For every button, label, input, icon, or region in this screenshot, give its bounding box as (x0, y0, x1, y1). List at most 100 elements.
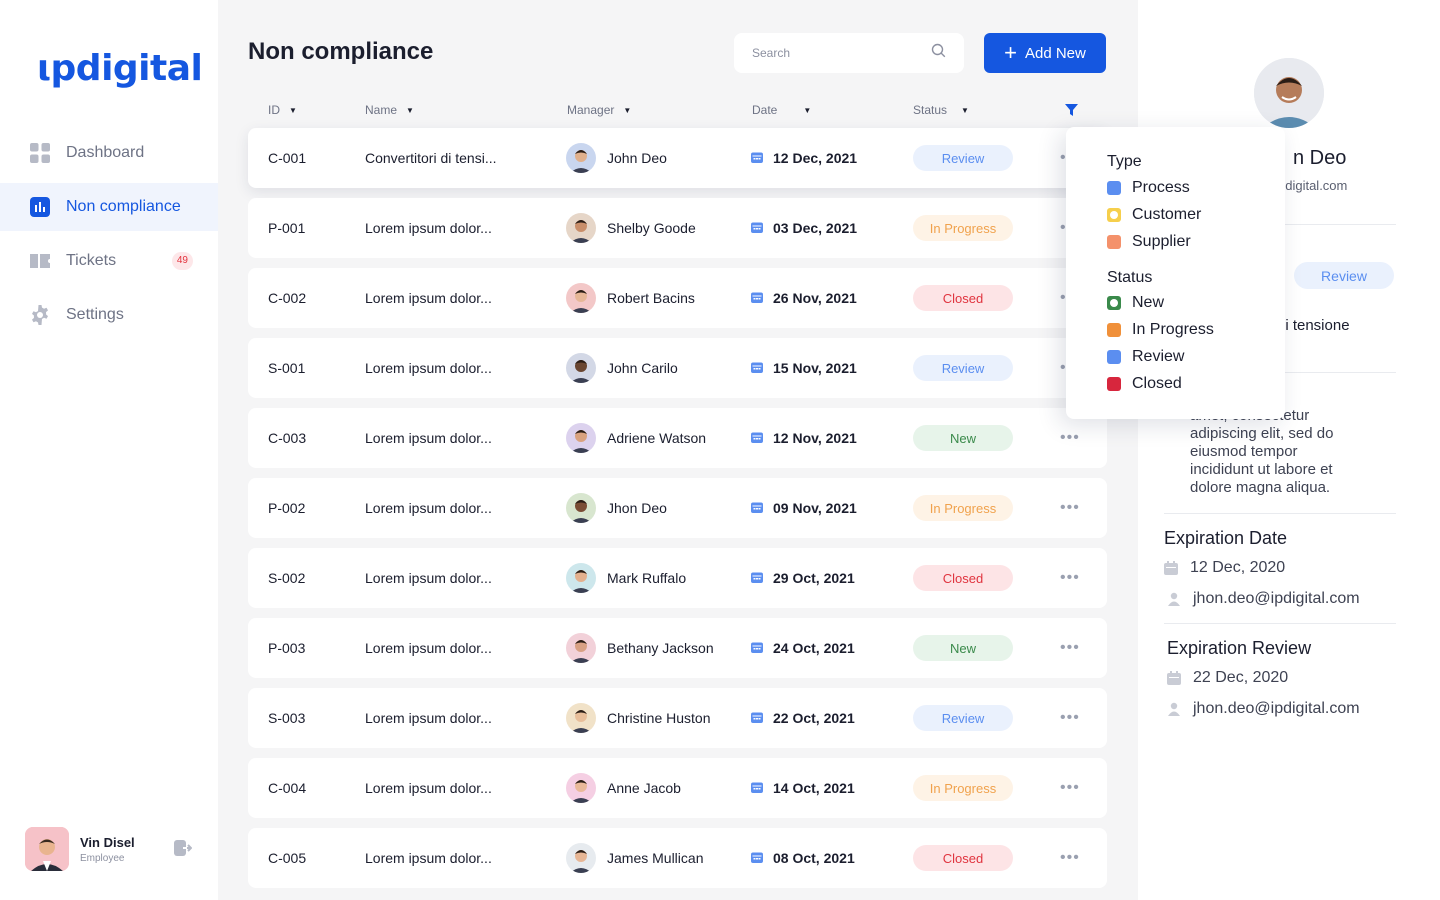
status-badge: Review (1294, 262, 1394, 289)
checkbox-icon[interactable] (1107, 181, 1121, 195)
column-header-status[interactable]: Status ▼ (913, 100, 969, 120)
user-icon (1167, 702, 1181, 716)
more-options-icon[interactable]: ••• (1060, 618, 1080, 678)
status-badge: Review (913, 705, 1013, 731)
filter-status-option[interactable]: In Progress (1107, 320, 1214, 340)
row-manager: Mark Ruffalo (566, 548, 686, 608)
filter-status-option[interactable]: Closed (1107, 374, 1182, 394)
sidebar-item-settings[interactable]: Settings (0, 291, 218, 339)
checkbox-icon[interactable] (1107, 208, 1121, 222)
column-header-date[interactable]: Date ▼ (752, 100, 811, 120)
checkbox-icon[interactable] (1107, 350, 1121, 364)
filter-icon[interactable] (1065, 104, 1078, 122)
avatar (566, 633, 596, 663)
search-input[interactable] (752, 46, 931, 60)
column-header-manager[interactable]: Manager ▼ (567, 100, 631, 120)
row-id: C-005 (268, 850, 307, 866)
row-date: 12 Dec, 2021 (751, 128, 857, 188)
table-row[interactable]: P-003 Lorem ipsum dolor... Bethany Jackson… (248, 618, 1107, 678)
table-row[interactable]: P-001 Lorem ipsum dolor... Shelby Goode 03 … (248, 198, 1107, 258)
expiration-date-value: 12 Dec, 2020 (1190, 559, 1286, 576)
table-row[interactable]: C-005 Lorem ipsum dolor... James Mullican 0… (248, 828, 1107, 888)
filter-type-option[interactable]: Supplier (1107, 232, 1191, 252)
more-options-icon[interactable]: ••• (1060, 828, 1080, 888)
calendar-icon (751, 710, 763, 726)
table-row[interactable]: C-002 Lorem ipsum dolor... Robert Bacins 26… (248, 268, 1107, 328)
user-role: Employee (80, 852, 125, 864)
date-value: 12 Nov, 2021 (773, 430, 857, 446)
avatar (566, 353, 596, 383)
avatar (566, 493, 596, 523)
row-manager: Bethany Jackson (566, 618, 714, 678)
filter-status-option[interactable]: Review (1107, 347, 1184, 367)
gear-icon (30, 305, 50, 325)
filter-type-option[interactable]: Process (1107, 178, 1190, 198)
table-row[interactable]: S-001 Lorem ipsum dolor... John Carilo 15 N… (248, 338, 1107, 398)
expiration-review-row: 22 Dec, 2020 (1167, 669, 1288, 687)
date-value: 26 Nov, 2021 (773, 290, 857, 306)
logout-icon[interactable] (174, 839, 193, 862)
sidebar-item-dashboard[interactable]: Dashboard (0, 129, 218, 177)
sidebar-item-label: Non compliance (66, 198, 181, 215)
add-new-label: Add New (1024, 44, 1086, 62)
add-new-button[interactable]: + Add New (984, 33, 1106, 73)
search-box[interactable] (734, 33, 964, 73)
filter-status-option[interactable]: New (1107, 293, 1164, 313)
avatar (566, 843, 596, 873)
date-value: 29 Oct, 2021 (773, 570, 855, 586)
more-options-icon[interactable]: ••• (1060, 478, 1080, 538)
row-date: 29 Oct, 2021 (751, 548, 855, 608)
avatar (1254, 58, 1324, 128)
checkbox-icon[interactable] (1107, 296, 1121, 310)
table-row[interactable]: S-003 Lorem ipsum dolor... Christine Husto… (248, 688, 1107, 748)
bar-chart-icon (30, 197, 50, 217)
table-row[interactable]: C-001 Convertitori di tensi... John Deo 12 … (248, 128, 1107, 188)
table-row[interactable]: C-003 Lorem ipsum dolor... Adriene Watson 1… (248, 408, 1107, 468)
calendar-icon (751, 430, 763, 446)
date-value: 08 Oct, 2021 (773, 850, 855, 866)
row-manager: John Carilo (566, 338, 678, 398)
row-date: 22 Oct, 2021 (751, 688, 855, 748)
manager-name: Shelby Goode (607, 220, 696, 236)
status-badge: Review (913, 355, 1013, 381)
status-badge: Closed (913, 565, 1013, 591)
expiration-review-email-row: jhon.deo@ipdigital.com (1167, 700, 1360, 718)
row-id: S-003 (268, 710, 306, 726)
table-row[interactable]: P-002 Lorem ipsum dolor... Jhon Deo 09 Nov,… (248, 478, 1107, 538)
option-label: New (1132, 294, 1165, 311)
more-options-icon[interactable]: ••• (1060, 688, 1080, 748)
column-label: Name (365, 103, 398, 117)
column-header-name[interactable]: Name ▼ (365, 100, 414, 120)
table-row[interactable]: C-004 Lorem ipsum dolor... Anne Jacob 14 Oc… (248, 758, 1107, 818)
calendar-icon (751, 640, 763, 656)
sidebar-item-label: Tickets (66, 252, 117, 269)
row-id: C-001 (268, 150, 307, 166)
row-date: 26 Nov, 2021 (751, 268, 857, 328)
sidebar-item-non-compliance[interactable]: Non compliance (0, 183, 218, 231)
calendar-icon (751, 220, 763, 236)
sidebar-item-tickets[interactable]: Tickets 49 (0, 237, 218, 285)
sort-down-icon: ▼ (961, 105, 969, 115)
calendar-icon (1164, 561, 1178, 575)
column-header-id[interactable]: ID ▼ (268, 100, 297, 120)
sidebar-item-label: Dashboard (66, 144, 145, 161)
row-status: Review (913, 688, 1013, 748)
checkbox-icon[interactable] (1107, 377, 1121, 391)
user-icon (1167, 592, 1181, 606)
row-id: C-002 (268, 290, 307, 306)
row-name: Convertitori di tensi... (365, 150, 497, 166)
app-logo[interactable]: ιpdigital (37, 48, 203, 89)
checkbox-icon[interactable] (1107, 323, 1121, 337)
row-status: Closed (913, 268, 1013, 328)
option-label: Process (1132, 179, 1190, 196)
filter-type-option[interactable]: Customer (1107, 205, 1201, 225)
more-options-icon[interactable]: ••• (1060, 548, 1080, 608)
search-icon[interactable] (931, 43, 946, 63)
checkbox-icon[interactable] (1107, 235, 1121, 249)
expiration-review-value: 22 Dec, 2020 (1193, 669, 1289, 686)
detail-name: n Deo (1293, 147, 1347, 169)
current-user[interactable]: Vin Disel Employee (25, 827, 200, 871)
status-badge: Review (913, 145, 1013, 171)
table-row[interactable]: S-002 Lorem ipsum dolor... Mark Ruffalo 29 … (248, 548, 1107, 608)
more-options-icon[interactable]: ••• (1060, 758, 1080, 818)
